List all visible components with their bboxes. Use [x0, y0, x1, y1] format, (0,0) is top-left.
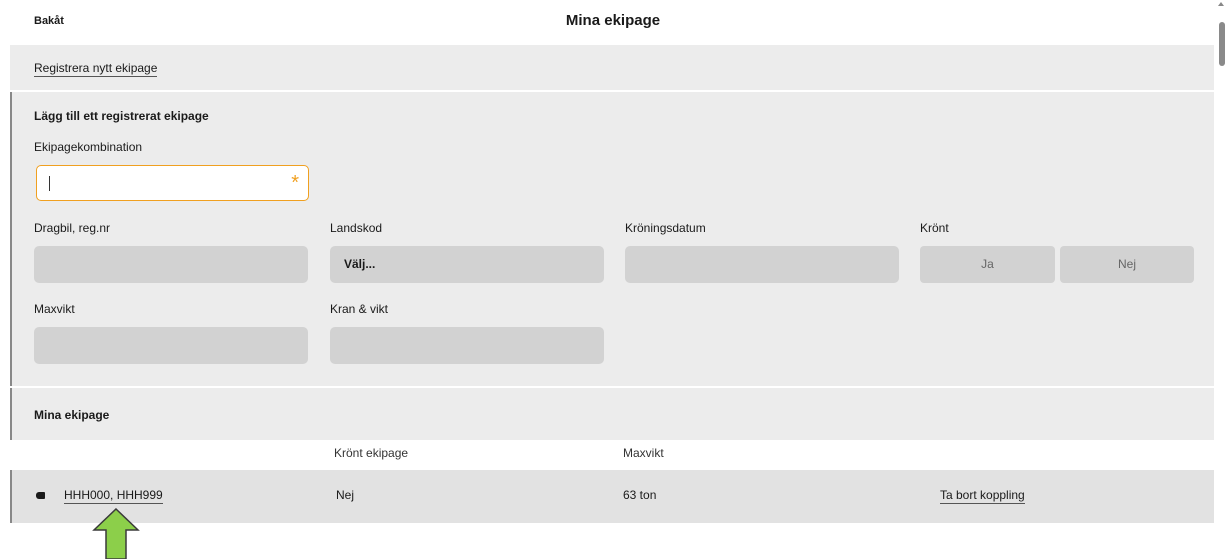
- list-title: Mina ekipage: [34, 408, 110, 422]
- scroll-up-arrow-icon[interactable]: [1218, 2, 1224, 6]
- add-registered-panel: Lägg till ett registrerat ekipage Ekipag…: [10, 92, 1214, 386]
- crowned-yes-button[interactable]: Ja: [920, 246, 1055, 283]
- scrollbar[interactable]: [1216, 0, 1226, 559]
- scroll-thumb[interactable]: [1219, 22, 1225, 66]
- add-panel-title: Lägg till ett registrerat ekipage: [34, 109, 209, 123]
- crowned-no-button[interactable]: Nej: [1060, 246, 1194, 283]
- register-bar: Registrera nytt ekipage: [10, 45, 1214, 90]
- top-bar: Bakåt Mina ekipage: [0, 0, 1214, 45]
- max-weight-value: 63 ton: [623, 488, 657, 502]
- crowned-label: Krönt: [920, 221, 949, 235]
- text-caret: [49, 176, 50, 191]
- column-header-crowned: Krönt ekipage: [334, 446, 409, 460]
- tractor-label: Dragbil, reg.nr: [34, 221, 111, 235]
- up-arrow-icon: [92, 508, 140, 559]
- crowning-date-label: Kröningsdatum: [625, 221, 706, 235]
- table-row: HHH000, HHH999 Nej 63 ton Ta bort koppli…: [10, 470, 1214, 523]
- max-weight-label: Maxvikt: [34, 302, 75, 316]
- vehicle-name-link[interactable]: HHH000, HHH999: [64, 488, 163, 504]
- max-weight-input[interactable]: [34, 327, 308, 364]
- country-select-value: Välj...: [344, 257, 376, 271]
- tractor-input[interactable]: [34, 246, 308, 283]
- crowning-date-input[interactable]: [625, 246, 899, 283]
- combination-label: Ekipagekombination: [34, 140, 143, 154]
- combination-input[interactable]: *: [36, 165, 309, 201]
- my-vehicles-list: Mina ekipage Krönt ekipage Maxvikt HHH00…: [10, 388, 1214, 524]
- register-new-link[interactable]: Registrera nytt ekipage: [34, 61, 158, 77]
- country-label: Landskod: [330, 221, 383, 235]
- required-star-icon: *: [291, 172, 299, 194]
- truck-icon: [36, 492, 45, 499]
- country-select[interactable]: Välj...: [330, 246, 604, 283]
- remove-link[interactable]: Ta bort koppling: [940, 488, 1025, 504]
- crane-input[interactable]: [330, 327, 604, 364]
- column-header-max-weight: Maxvikt: [623, 446, 664, 460]
- list-header: Mina ekipage: [10, 388, 1214, 440]
- page-title: Mina ekipage: [565, 12, 661, 29]
- crane-label: Kran & vikt: [330, 302, 389, 316]
- crowned-value: Nej: [336, 488, 355, 502]
